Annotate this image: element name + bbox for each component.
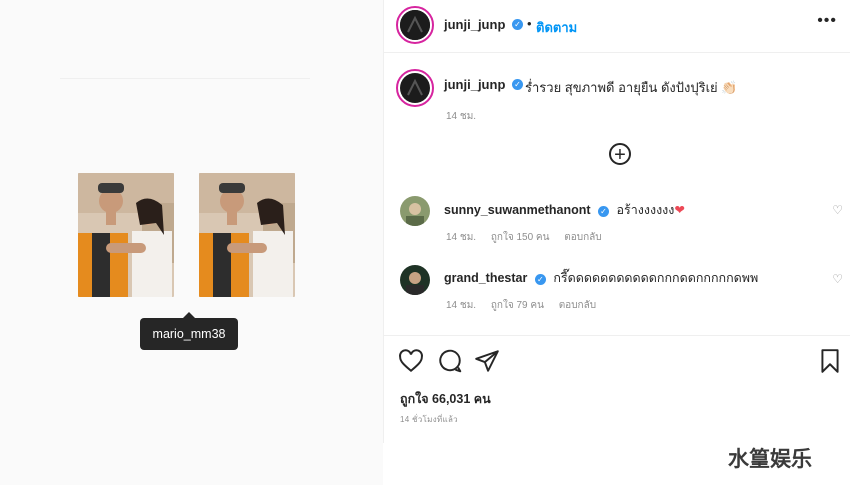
reply-button[interactable]: ตอบกลับ [564,232,601,243]
avatar-image [400,265,430,295]
caption-text: ร่ำรวย สุขภาพดี อายุยืน ดังปังปุริเย่ 👏🏻 [525,80,738,95]
verified-badge-icon: ✓ [512,79,523,90]
comment-meta: 14 ชม. ถูกใจ 150 คน ตอบกลับ [446,230,614,245]
share-icon[interactable] [474,348,500,374]
avatar-image [400,196,430,226]
verified-badge-icon: ✓ [534,274,546,285]
save-icon[interactable] [817,348,843,374]
comment-body: sunny_suwanmethanont ✓ อร้างงงงงง❤ [444,200,685,220]
avatar-image [400,73,430,103]
reply-button[interactable]: ตอบกลับ [559,300,596,311]
like-comment-icon[interactable]: ♡ [832,203,843,217]
comment-time: 14 ชม. [446,232,477,243]
verified-badge-icon: ✓ [512,19,523,30]
post-side-panel: junji_junp ✓ • ติดตาม ••• junji_junp ✓ ร… [383,0,850,443]
comment-avatar[interactable] [400,196,430,226]
comment-text: อร้างงงงงง [616,203,675,217]
divider [60,78,310,79]
verified-badge-icon: ✓ [598,206,610,217]
header-username[interactable]: junji_junp [444,17,505,32]
heart-emoji: ❤ [674,203,685,217]
comment-username[interactable]: grand_thestar [444,271,527,285]
likes-count[interactable]: ถูกใจ 66,031 คน [400,389,491,409]
caption-username[interactable]: junji_junp [444,77,505,92]
more-options-icon[interactable]: ••• [817,12,837,30]
comment-icon[interactable] [437,348,463,374]
comment-body: grand_thestar ✓ กรี๊ดดดดดดดดดดดกกกดดกกกก… [444,268,758,288]
post-media-area[interactable]: mario_mm38 [0,0,383,485]
tag-tooltip[interactable]: mario_mm38 [140,312,238,350]
post-timestamp: 14 ชั่วโมงที่แล้ว [400,415,458,424]
photo-couple-image [78,173,174,297]
post-photo-right[interactable] [199,173,295,297]
comment-avatar[interactable] [400,265,430,295]
load-more-comments-icon[interactable]: + [609,143,631,166]
comment-username[interactable]: sunny_suwanmethanont [444,203,591,217]
post-header: junji_junp ✓ • ติดตาม ••• [384,0,850,53]
caption-avatar[interactable] [400,73,430,103]
avatar[interactable] [400,10,430,40]
photo-couple-image [199,173,295,297]
heart-icon[interactable] [398,348,424,374]
caption-time: 14 ชม. [446,111,477,122]
comment-likes[interactable]: ถูกใจ 79 คน [491,300,544,311]
post-actions: ถูกใจ 66,031 คน 14 ชั่วโมงที่แล้ว [384,335,850,444]
comment-likes[interactable]: ถูกใจ 150 คน [491,232,550,243]
tagged-username[interactable]: mario_mm38 [153,327,226,341]
like-comment-icon[interactable]: ♡ [832,272,843,286]
follow-button[interactable]: ติดตาม [536,17,577,38]
avatar-image [400,10,430,40]
watermark-text: 水篁娱乐 [728,447,812,471]
separator-dot: • [527,16,532,31]
comment-meta: 14 ชม. ถูกใจ 79 คน ตอบกลับ [446,298,608,313]
comment-text: กรี๊ดดดดดดดดดดดกกกดดกกกกกดพพ [553,271,759,285]
comment-time: 14 ชม. [446,300,477,311]
post-photo-left[interactable] [78,173,174,297]
